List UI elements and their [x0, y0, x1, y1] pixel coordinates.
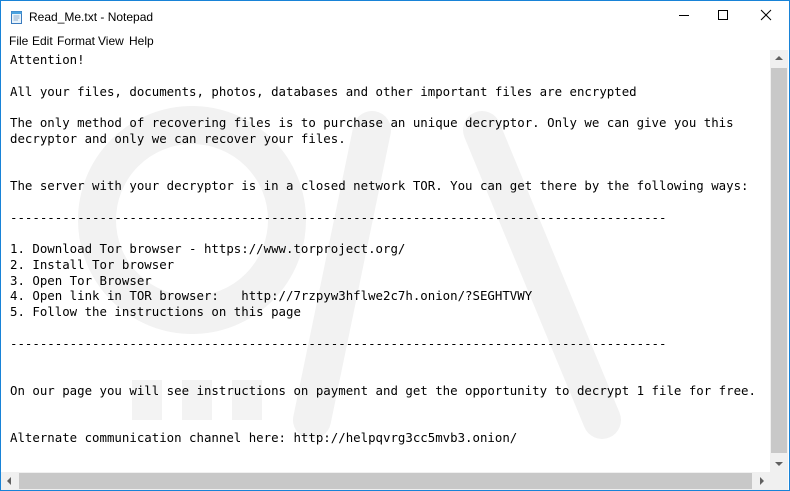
horizontal-scrollbar[interactable] — [1, 472, 770, 490]
scroll-up-arrow-icon[interactable] — [770, 50, 788, 67]
scrollbar-corner — [770, 472, 788, 490]
title-bar[interactable]: Read_Me.txt - Notepad — [1, 1, 789, 32]
menu-edit[interactable]: Edit — [32, 34, 53, 48]
text-editor-area[interactable]: Attention! All your files, documents, ph… — [2, 50, 770, 472]
close-icon — [760, 8, 772, 26]
notepad-window: Read_Me.txt - Notepad File Edit Format V… — [0, 0, 790, 491]
horizontal-scroll-thumb[interactable] — [19, 473, 752, 489]
menu-file[interactable]: File — [9, 34, 28, 48]
scroll-right-arrow-icon[interactable] — [753, 472, 770, 490]
menu-view[interactable]: View — [98, 34, 124, 48]
maximize-icon — [717, 8, 729, 26]
window-title: Read_Me.txt - Notepad — [29, 10, 154, 24]
scroll-down-arrow-icon[interactable] — [770, 455, 788, 472]
minimize-icon — [678, 8, 690, 26]
notepad-icon[interactable] — [10, 10, 24, 24]
menu-bar: File Edit Format View Help — [1, 32, 789, 50]
scroll-left-arrow-icon[interactable] — [1, 472, 18, 490]
maximize-button[interactable] — [700, 1, 746, 32]
vertical-scroll-thumb[interactable] — [771, 68, 787, 453]
document-text: Attention! All your files, documents, ph… — [10, 52, 756, 445]
close-button[interactable] — [743, 1, 789, 32]
menu-help[interactable]: Help — [129, 34, 154, 48]
vertical-scrollbar[interactable] — [770, 50, 788, 472]
menu-format[interactable]: Format — [57, 34, 95, 48]
